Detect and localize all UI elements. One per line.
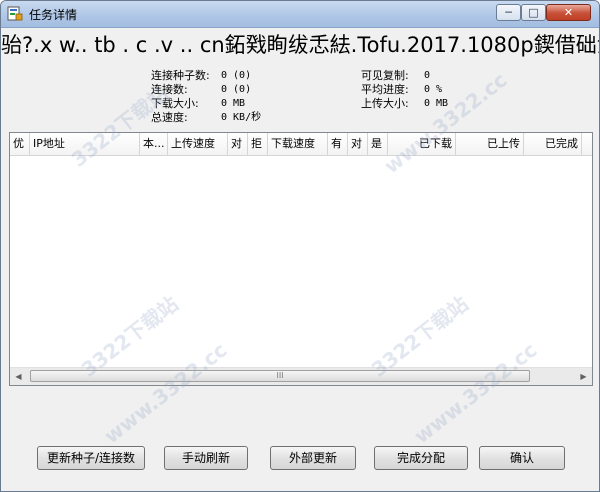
- download-size-row: 下载大小: 0 MB: [151, 97, 331, 111]
- confirm-button[interactable]: 确认: [479, 446, 565, 470]
- column-header-choked[interactable]: 对: [228, 133, 248, 155]
- seeds-row: 连接种子数: 0 (0): [151, 69, 331, 83]
- upload-size-value: 0 MB: [424, 98, 449, 109]
- avg-progress-label: 平均进度:: [361, 83, 409, 96]
- column-header-have[interactable]: 有: [328, 133, 348, 155]
- column-header-ip[interactable]: IP地址: [30, 133, 140, 155]
- download-size-label: 下载大小:: [151, 97, 199, 110]
- avg-progress-row: 平均进度: 0 %: [361, 83, 561, 97]
- availability-row: 可见复制: 0: [361, 69, 561, 83]
- availability-label: 可见复制:: [361, 69, 409, 82]
- seeds-value: 0 (0): [221, 70, 252, 81]
- total-speed-value: 0 KB/秒: [221, 112, 262, 123]
- column-header-more[interactable]: [582, 133, 592, 155]
- torrent-name: 骀?.ⅹ w.. tb . c .v .. cn鉐戣眴绂忎紶.Tofu.2017…: [1, 33, 599, 57]
- upload-size-label: 上传大小:: [361, 97, 409, 110]
- column-header-uploaded[interactable]: 已上传: [456, 133, 524, 155]
- peers-value: 0 (0): [221, 84, 252, 95]
- horizontal-scrollbar[interactable]: ◀ III ▶: [10, 367, 592, 385]
- peers-label: 连接数:: [151, 83, 188, 96]
- window-title: 任务详情: [29, 8, 78, 22]
- table-body[interactable]: [10, 156, 592, 366]
- manual-refresh-button[interactable]: 手动刷新: [164, 446, 248, 470]
- column-header-is[interactable]: 是: [368, 133, 388, 155]
- avg-progress-value: 0 %: [424, 84, 443, 95]
- minimize-button[interactable]: ─: [496, 4, 521, 21]
- task-details-window: 任务详情 ─ □ ✕ 骀?.ⅹ w.. tb . c .v .. cn鉐戣眴绂忎…: [0, 0, 600, 492]
- stats-right: 可见复制: 0 平均进度: 0 % 上传大小: 0 MB: [361, 69, 561, 111]
- refresh-seeds-button[interactable]: 更新种子/连接数: [37, 446, 145, 470]
- scrollbar-thumb[interactable]: III: [30, 370, 530, 382]
- peer-list-table[interactable]: 优 IP地址 本... 上传速度 对 拒 下载速度 有 对 是 已下载 已上传 …: [9, 132, 593, 386]
- column-header-priority[interactable]: 优: [10, 133, 30, 155]
- availability-value: 0: [424, 70, 431, 81]
- total-speed-row: 总速度: 0 KB/秒: [151, 111, 331, 125]
- column-header-interested[interactable]: 对: [348, 133, 368, 155]
- column-header-downloaded[interactable]: 已下载: [388, 133, 456, 155]
- column-header-rejected[interactable]: 拒: [248, 133, 268, 155]
- column-header-completed[interactable]: 已完成: [524, 133, 582, 155]
- upload-size-row: 上传大小: 0 MB: [361, 97, 561, 111]
- scroll-left-icon[interactable]: ◀: [10, 368, 27, 385]
- column-header-download-speed[interactable]: 下载速度: [268, 133, 328, 155]
- title-bar[interactable]: 任务详情 ─ □ ✕: [1, 1, 599, 28]
- table-header: 优 IP地址 本... 上传速度 对 拒 下载速度 有 对 是 已下载 已上传 …: [10, 133, 592, 156]
- app-icon: [7, 6, 23, 21]
- peers-row: 连接数: 0 (0): [151, 83, 331, 97]
- complete-allocation-button[interactable]: 完成分配: [374, 446, 468, 470]
- scroll-right-icon[interactable]: ▶: [575, 368, 592, 385]
- maximize-button[interactable]: □: [521, 4, 546, 21]
- stats-left: 连接种子数: 0 (0) 连接数: 0 (0) 下载大小: 0 MB 总速度: …: [151, 69, 331, 125]
- external-update-button[interactable]: 外部更新: [270, 446, 356, 470]
- close-button[interactable]: ✕: [546, 4, 591, 21]
- total-speed-label: 总速度:: [151, 111, 188, 124]
- column-header-local[interactable]: 本...: [140, 133, 168, 155]
- column-header-upload-speed[interactable]: 上传速度: [168, 133, 228, 155]
- download-size-value: 0 MB: [221, 98, 246, 109]
- seeds-label: 连接种子数:: [151, 69, 210, 82]
